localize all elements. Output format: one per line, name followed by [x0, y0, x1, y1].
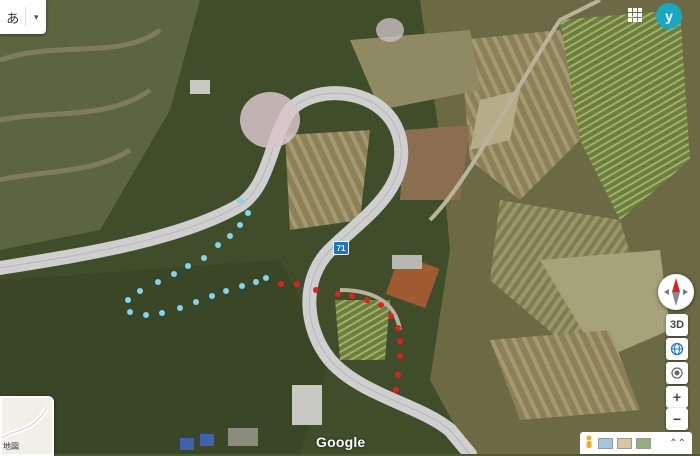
zoom-in-button[interactable]: +: [666, 386, 688, 408]
bottom-toolbar: ⌃⌃: [580, 432, 692, 454]
chevron-down-icon[interactable]: ▾: [25, 7, 46, 27]
google-logo: Google: [316, 434, 366, 450]
layer-thumb-transit[interactable]: [598, 437, 613, 449]
3d-view-button[interactable]: 3D: [666, 314, 688, 336]
apps-grid-icon[interactable]: [628, 8, 642, 22]
ime-mode-selector[interactable]: あ ▾: [0, 0, 46, 34]
layer-thumb-terrain[interactable]: [617, 437, 632, 449]
pegman-icon[interactable]: [584, 435, 594, 451]
zoom-out-button[interactable]: −: [666, 408, 688, 430]
account-avatar[interactable]: y: [656, 3, 682, 29]
map-type-label: 地図: [3, 442, 19, 451]
map-type-toggle[interactable]: 地図: [0, 396, 54, 456]
location-icon[interactable]: [666, 362, 688, 384]
route-71-shield: 71: [333, 241, 349, 255]
ime-mode-glyph: あ: [6, 10, 20, 26]
globe-icon[interactable]: [666, 338, 688, 360]
expand-icon[interactable]: ⌃⌃: [669, 438, 686, 449]
compass-icon[interactable]: [658, 274, 694, 310]
layer-thumb-satellite[interactable]: [636, 437, 651, 449]
satellite-map[interactable]: [0, 0, 700, 454]
